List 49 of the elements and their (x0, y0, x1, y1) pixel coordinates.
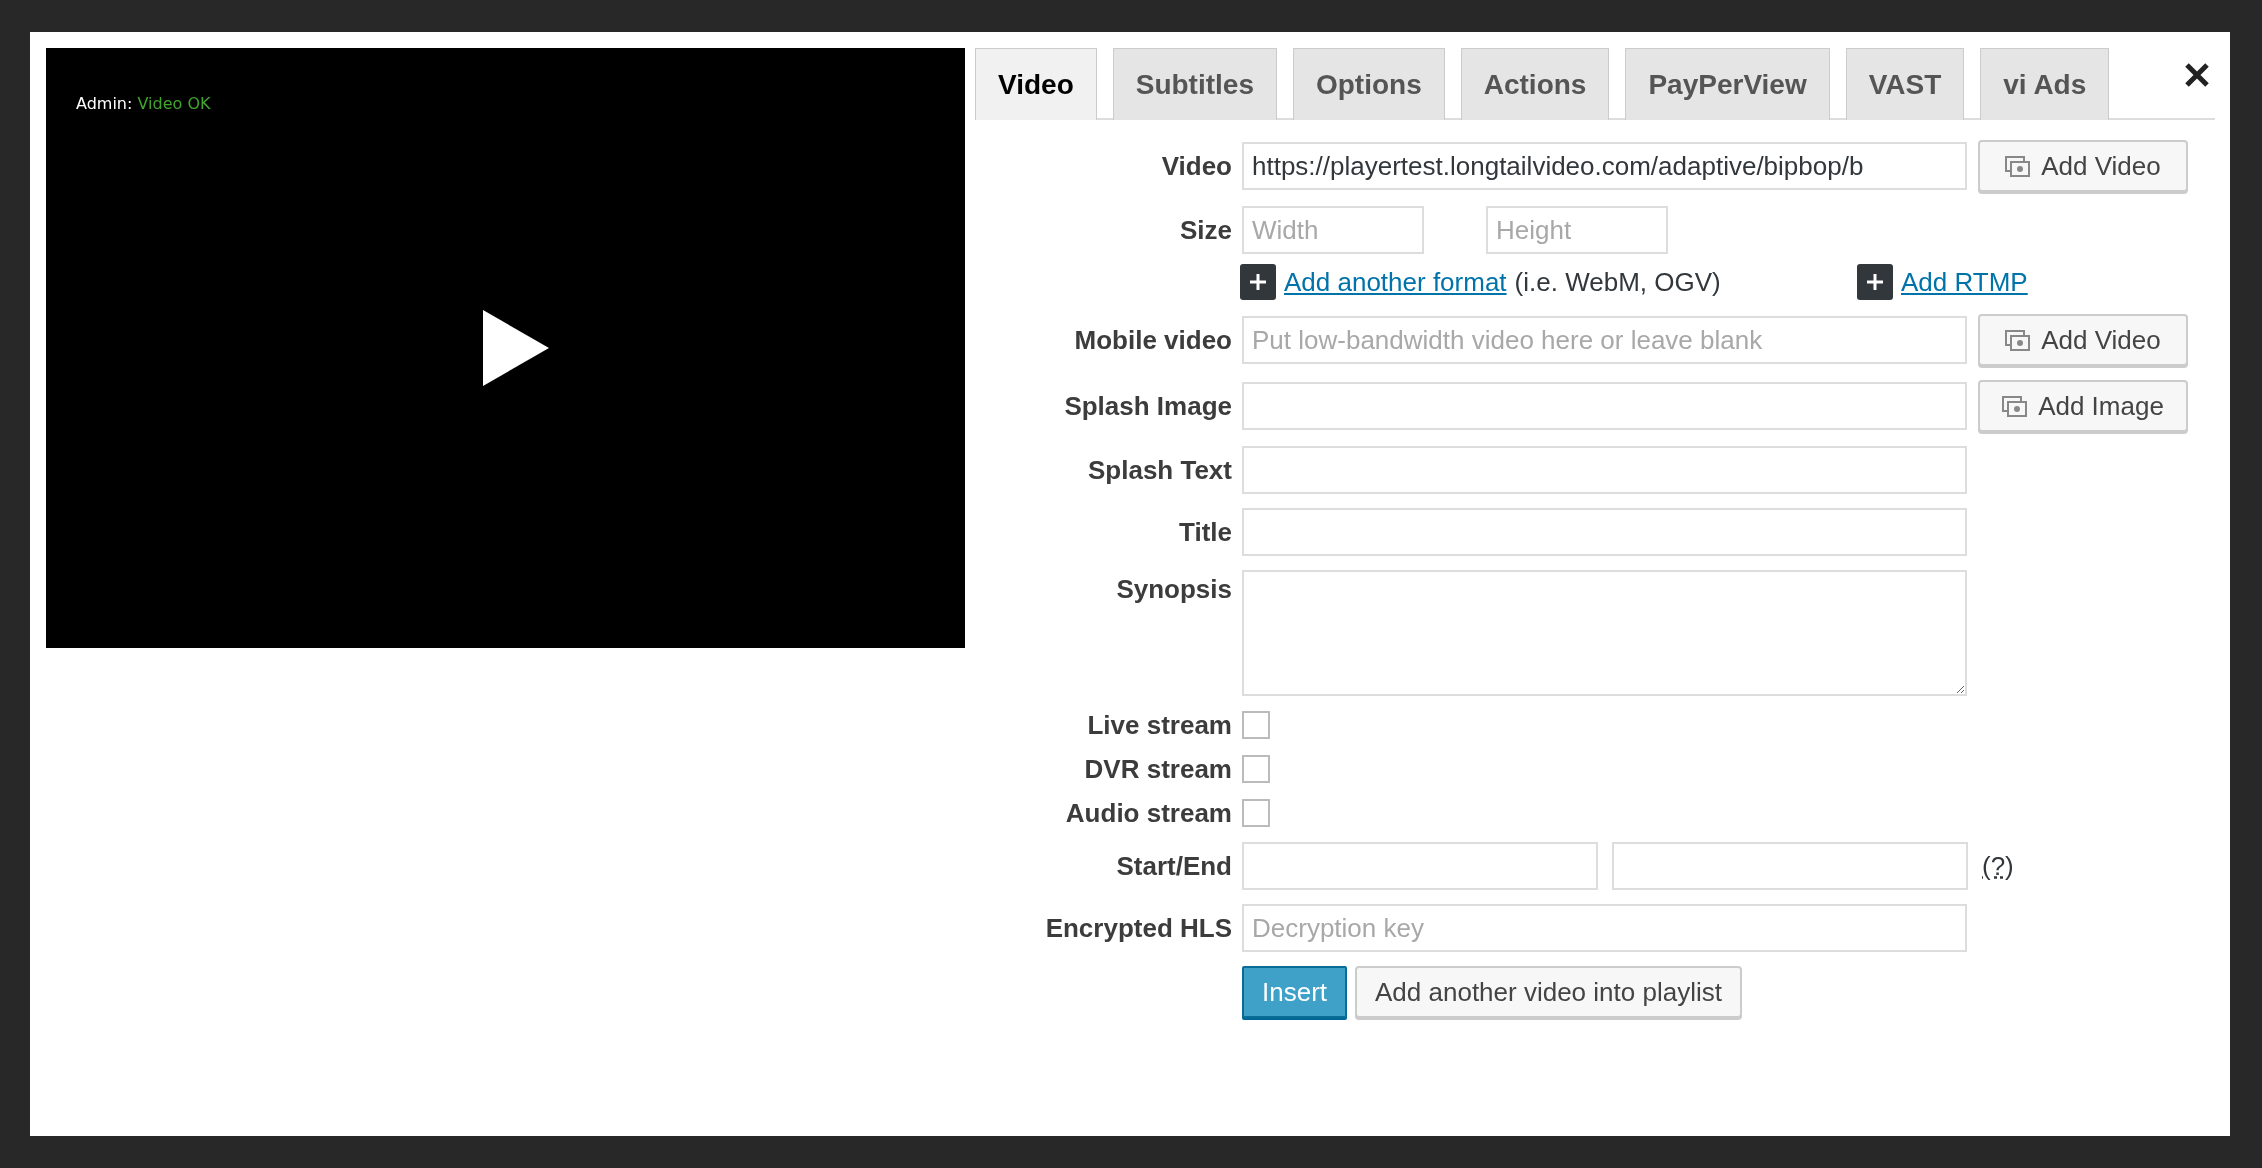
field-label: Audio stream (1065, 798, 1232, 828)
field-label: Video (1161, 150, 1232, 182)
link[interactable]: Add another format (1284, 266, 1507, 298)
text-area[interactable] (1242, 570, 1967, 696)
field-label: Splash Image (1064, 390, 1232, 422)
field-label: Size (1179, 214, 1232, 246)
media-icon (2005, 154, 2032, 178)
input-field[interactable] (1242, 446, 1967, 494)
tab[interactable]: VAST (1845, 48, 1965, 120)
tab[interactable]: Actions (1460, 48, 1610, 120)
field-label: Synopsis (1116, 574, 1232, 605)
input-field[interactable] (1242, 508, 1967, 556)
media-icon (2002, 394, 2029, 418)
field-label: Splash Text (1088, 454, 1232, 486)
input-field[interactable]: Height (1486, 206, 1668, 254)
input-field[interactable]: https://playertest.longtailvideo.com/adaptive/bipbop/b (1242, 142, 1967, 190)
checkbox[interactable] (1242, 711, 1270, 739)
field-label: Live stream (1087, 710, 1232, 740)
tab[interactable]: Video (975, 48, 1097, 120)
field-label: DVR stream (1084, 754, 1232, 784)
admin-status: Admin: Video OK (76, 94, 211, 113)
tab[interactable]: Subtitles (1112, 48, 1277, 120)
input-field[interactable]: Width (1242, 206, 1424, 254)
format-note: (i.e. WebM, OGV) (1514, 266, 1721, 298)
tab[interactable]: vi Ads (1980, 48, 2110, 120)
input-field[interactable] (1242, 842, 1598, 890)
add-media-button[interactable]: Add Image (1978, 380, 2188, 432)
add-media-button[interactable]: Add Video (1978, 314, 2188, 366)
input-field[interactable] (1612, 842, 1968, 890)
checkbox[interactable] (1242, 799, 1270, 827)
input-field[interactable]: Put low-bandwidth video here or leave blank (1242, 316, 1967, 364)
action-button[interactable]: Add another video into playlist (1355, 966, 1742, 1018)
play-icon[interactable] (483, 310, 549, 386)
tab[interactable]: Options (1292, 48, 1445, 120)
media-icon (2005, 328, 2032, 352)
field-label: Start/End (1116, 850, 1232, 882)
link[interactable]: Add RTMP (1901, 266, 2028, 298)
field-label: Encrypted HLS (1045, 912, 1232, 944)
plus-icon[interactable] (1857, 264, 1893, 300)
checkbox[interactable] (1242, 755, 1270, 783)
tab[interactable]: PayPerView (1625, 48, 1830, 120)
help-link[interactable]: (?) (1982, 850, 2014, 882)
field-label: Title (1179, 516, 1232, 548)
plus-icon[interactable] (1240, 264, 1276, 300)
close-icon[interactable] (2184, 62, 2210, 88)
field-label: Mobile video (1074, 324, 1232, 356)
input-field[interactable]: Decryption key (1242, 904, 1967, 952)
add-media-button[interactable]: Add Video (1978, 140, 2188, 192)
input-field[interactable] (1242, 382, 1967, 430)
